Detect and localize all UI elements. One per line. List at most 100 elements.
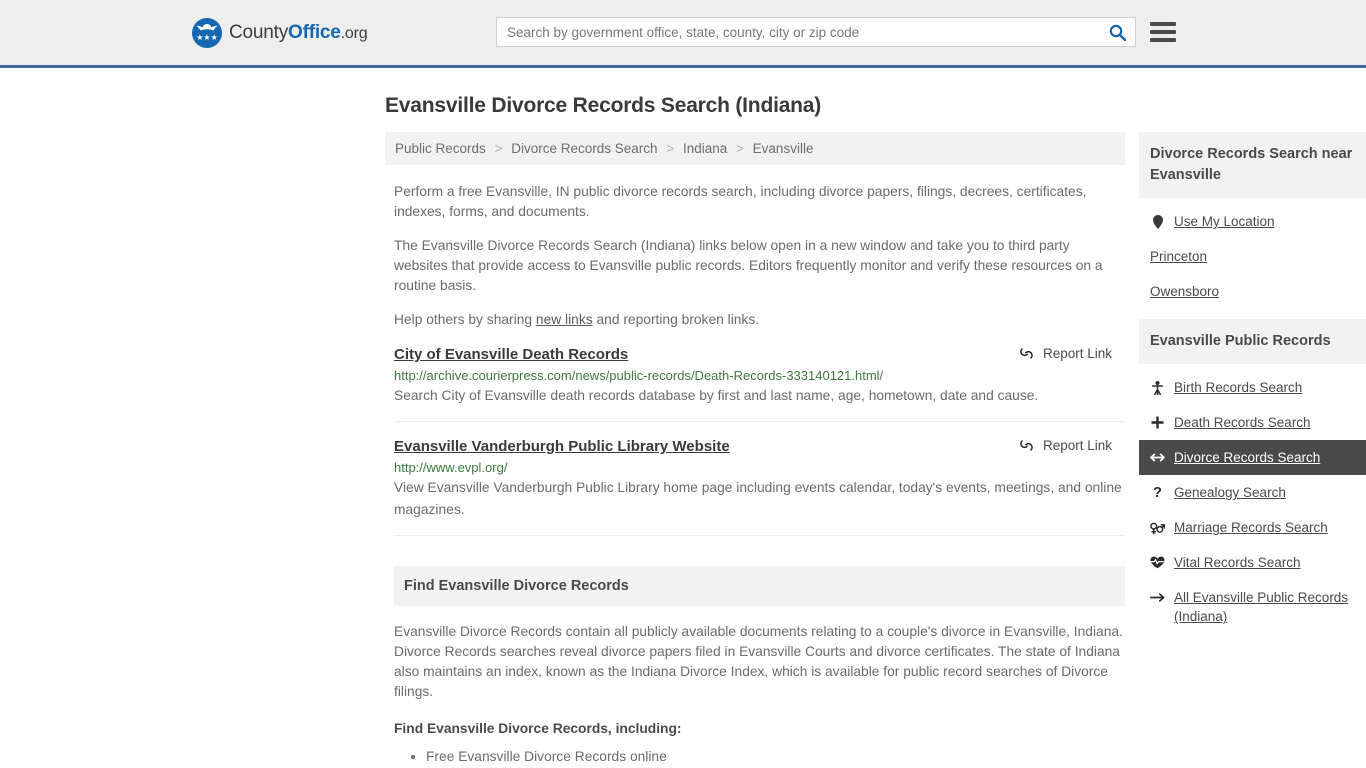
map-pin-glyph [1152, 214, 1163, 229]
heartbeat-glyph [1150, 556, 1165, 569]
hamburger-menu-icon[interactable] [1150, 19, 1176, 45]
sidebar-item-owensboro[interactable]: Owensboro [1139, 274, 1366, 309]
hamburger-bar-3 [1150, 38, 1176, 42]
male-female-icon [1150, 518, 1165, 537]
section-heading: Find Evansville Divorce Records [394, 566, 1125, 607]
result-title-link[interactable]: Evansville Vanderburgh Public Library We… [394, 438, 730, 455]
sidebar-item-label: Death Records Search [1174, 415, 1311, 431]
eagle-shield-logo-icon: ★★★ [192, 17, 222, 48]
result-header: Evansville Vanderburgh Public Library We… [394, 438, 1125, 455]
arrow-right-glyph [1150, 593, 1165, 603]
sidebar-item-birth-records-search[interactable]: Birth Records Search [1139, 370, 1366, 405]
result-url[interactable]: http://www.evpl.org/ [394, 460, 1125, 475]
panel-nearby-list: Use My Location Princeton Owensboro [1139, 198, 1366, 309]
sidebar-item-label: Use My Location [1174, 214, 1275, 230]
male-female-glyph [1150, 522, 1165, 535]
panel-nearby-heading: Divorce Records Search near Evansville [1139, 132, 1366, 199]
intro-paragraph-1: Perform a free Evansville, IN public div… [394, 184, 1087, 220]
left-right-arrow-icon [1150, 448, 1165, 467]
breadcrumb-separator: > [736, 141, 744, 157]
sidebar-item-label: Princeton [1150, 249, 1208, 265]
broken-link-icon [1020, 440, 1033, 451]
report-link-label: Report Link [1042, 438, 1112, 454]
cross-icon [1150, 413, 1165, 432]
new-links-link[interactable]: new links [536, 312, 593, 327]
site-header: ★★★ CountyOffice.org [0, 0, 1366, 68]
breadcrumb-item-public-records[interactable]: Public Records [395, 141, 486, 156]
list-item: Free Evansville Divorce Records online [426, 747, 1125, 767]
panel-public-records: Evansville Public Records Birth Records … [1139, 319, 1366, 634]
intro-text: Perform a free Evansville, IN public div… [385, 182, 1125, 330]
logo-text-office: Office [288, 21, 341, 43]
section-list-heading: Find Evansville Divorce Records, includi… [394, 721, 682, 737]
hamburger-bar-2 [1150, 30, 1176, 34]
two-column-layout: Public Records > Divorce Records Search … [385, 132, 1366, 767]
breadcrumb-separator: > [666, 141, 675, 157]
breadcrumb-item-divorce-records-search[interactable]: Divorce Records Search [511, 141, 657, 156]
content-container: Evansville Divorce Records Search (India… [190, 92, 1366, 767]
intro-paragraph-2: The Evansville Divorce Records Search (I… [394, 238, 1103, 294]
child-icon [1150, 378, 1165, 397]
section-paragraph: Evansville Divorce Records contain all p… [394, 624, 1123, 700]
panel-public-records-heading: Evansville Public Records [1139, 319, 1366, 365]
sidebar-item-label: Genealogy Search [1174, 485, 1286, 501]
hamburger-bar-1 [1150, 22, 1176, 26]
broken-link-icon [1020, 348, 1033, 359]
section-list: Free Evansville Divorce Records online [394, 747, 1125, 767]
site-logo-text: CountyOffice.org [229, 21, 368, 44]
share-text-before: Help others by sharing [394, 312, 536, 328]
result-title-link[interactable]: City of Evansville Death Records [394, 346, 628, 363]
result-item: City of Evansville Death Records Report … [394, 346, 1125, 423]
result-description: Search City of Evansville death records … [394, 388, 1039, 404]
intro-paragraph-3: Help others by sharing new links and rep… [394, 310, 1125, 330]
sidebar-item-genealogy-search[interactable]: ? Genealogy Search [1139, 475, 1366, 510]
page-title: Evansville Divorce Records Search (India… [385, 94, 822, 117]
result-header: City of Evansville Death Records Report … [394, 346, 1125, 363]
sidebar-item-death-records-search[interactable]: Death Records Search [1139, 405, 1366, 440]
report-link-label: Report Link [1042, 346, 1112, 362]
logo-text-county: County [229, 21, 289, 43]
sidebar-item-use-my-location[interactable]: Use My Location [1139, 204, 1366, 239]
sidebar-item-label: All Evansville Public Records (Indiana) [1174, 590, 1349, 625]
sidebar-item-vital-records-search[interactable]: Vital Records Search [1139, 545, 1366, 580]
child-glyph [1152, 380, 1163, 395]
search-bar[interactable] [496, 17, 1136, 47]
breadcrumb: Public Records > Divorce Records Search … [385, 132, 1125, 166]
sidebar-item-label: Marriage Records Search [1174, 520, 1328, 536]
cross-glyph [1151, 416, 1164, 429]
breadcrumb-item-evansville[interactable]: Evansville [753, 141, 814, 156]
share-text-after: and reporting broken links. [592, 312, 760, 328]
site-logo[interactable]: ★★★ CountyOffice.org [192, 17, 368, 48]
arrow-right-icon [1150, 588, 1165, 607]
sidebar-item-label: Divorce Records Search [1174, 450, 1321, 466]
page-body: Evansville Divorce Records Search (India… [0, 92, 1366, 767]
map-pin-icon [1150, 212, 1165, 231]
sidebar-item-divorce-records-search[interactable]: Divorce Records Search [1139, 440, 1366, 476]
result-description: View Evansville Vanderburgh Public Libra… [394, 480, 1122, 518]
sidebar-item-princeton[interactable]: Princeton [1139, 239, 1366, 274]
eagle-wings-icon [196, 23, 218, 31]
breadcrumb-item-indiana[interactable]: Indiana [683, 141, 727, 156]
sidebar: Divorce Records Search near Evansville U… [1139, 132, 1366, 644]
logo-text-org: .org [340, 24, 368, 42]
logo-stars-icon: ★★★ [196, 32, 218, 42]
search-button[interactable] [1099, 18, 1135, 46]
heartbeat-icon [1150, 553, 1165, 572]
section-body: Evansville Divorce Records contain all p… [385, 622, 1125, 767]
report-link-button[interactable]: Report Link [1019, 346, 1125, 361]
sidebar-item-label: Vital Records Search [1174, 555, 1301, 571]
report-link-button[interactable]: Report Link [1019, 438, 1125, 453]
panel-public-records-list: Birth Records Search Death Records Searc… [1139, 364, 1366, 634]
question-mark-icon: ? [1152, 484, 1163, 502]
sidebar-item-marriage-records-search[interactable]: Marriage Records Search [1139, 510, 1366, 545]
main-content-column: Public Records > Divorce Records Search … [385, 132, 1125, 767]
sidebar-item-label: Birth Records Search [1174, 380, 1303, 396]
result-item: Evansville Vanderburgh Public Library We… [394, 438, 1125, 537]
breadcrumb-separator: > [494, 141, 503, 157]
sidebar-item-all-public-records[interactable]: All Evansville Public Records (Indiana) [1139, 580, 1366, 634]
search-icon [1109, 24, 1126, 41]
left-right-arrow-glyph [1150, 453, 1165, 462]
result-url[interactable]: http://archive.courierpress.com/news/pub… [394, 368, 1125, 383]
search-input[interactable] [497, 18, 1099, 46]
panel-nearby-searches: Divorce Records Search near Evansville U… [1139, 132, 1366, 309]
